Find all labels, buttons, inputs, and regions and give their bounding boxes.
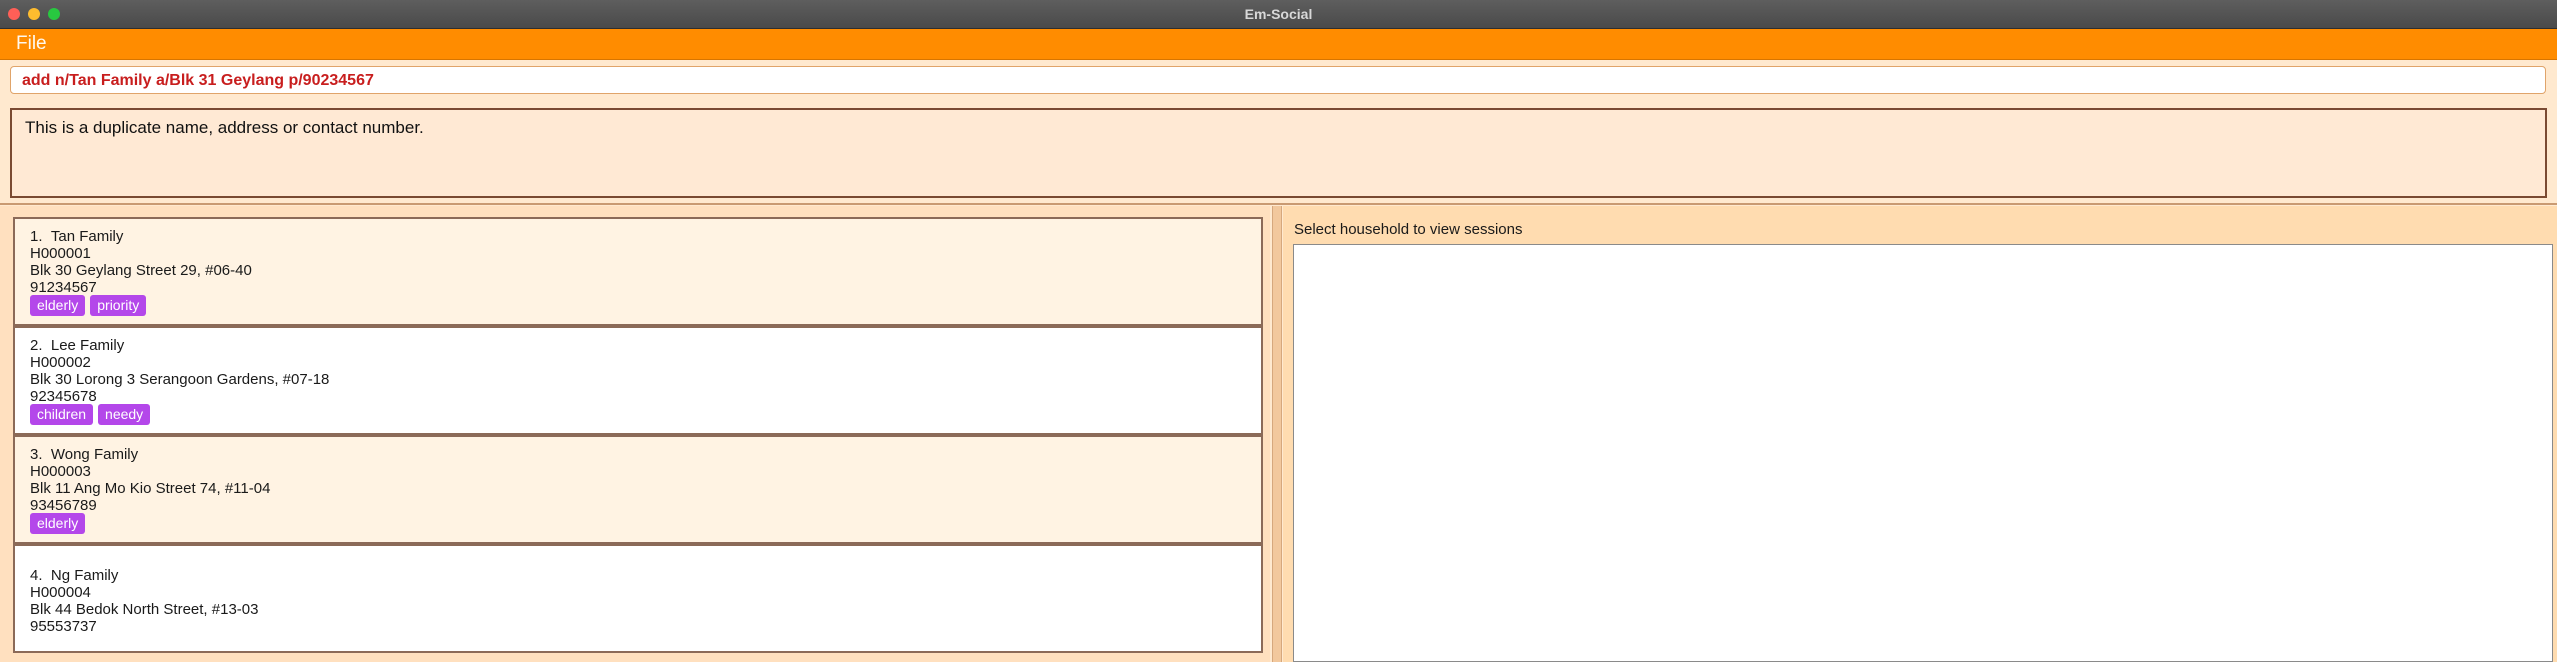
household-name: Lee Family (50, 337, 125, 354)
household-card[interactable]: 3. Wong Family H000003 Blk 11 Ang Mo Kio… (13, 435, 1263, 544)
household-index: 1. (30, 228, 43, 245)
section-separator (0, 203, 2557, 205)
household-phone: 95553737 (30, 618, 97, 635)
household-index: 2. (30, 337, 43, 354)
household-phone: 91234567 (30, 279, 97, 296)
household-tags: children needy (30, 404, 151, 425)
household-id: H000003 (30, 463, 91, 480)
session-panel-label: Select household to view sessions (1294, 221, 1523, 238)
household-list-panel[interactable]: 1. Tan Family H000001 Blk 30 Geylang Str… (0, 206, 1270, 662)
household-address: Blk 30 Lorong 3 Serangoon Gardens, #07-1… (30, 371, 330, 388)
household-title: 1. Tan Family (30, 228, 123, 245)
household-name: Tan Family (50, 228, 124, 245)
tag-badge: elderly (30, 513, 86, 534)
tag-badge: elderly (30, 295, 86, 316)
window-title-bar: Em-Social (0, 0, 2557, 29)
household-card[interactable]: 2. Lee Family H000002 Blk 30 Lorong 3 Se… (13, 326, 1263, 435)
household-address: Blk 44 Bedok North Street, #13-03 (30, 601, 259, 618)
household-id: H000001 (30, 245, 91, 262)
command-input-text: add n/Tan Family a/Blk 31 Geylang p/9023… (22, 72, 374, 89)
tag-badge: needy (98, 404, 151, 425)
result-message: This is a duplicate name, address or con… (25, 118, 424, 137)
household-tags: elderly (30, 513, 86, 534)
household-address: Blk 11 Ang Mo Kio Street 74, #11-04 (30, 480, 271, 497)
household-card[interactable]: 1. Tan Family H000001 Blk 30 Geylang Str… (13, 217, 1263, 326)
household-address: Blk 30 Geylang Street 29, #06-40 (30, 262, 252, 279)
tag-badge: children (30, 404, 94, 425)
household-index: 4. (30, 567, 43, 584)
household-title: 4. Ng Family (30, 567, 118, 584)
household-card[interactable]: 4. Ng Family H000004 Blk 44 Bedok North … (13, 544, 1263, 653)
session-list[interactable] (1293, 244, 2553, 662)
result-display: This is a duplicate name, address or con… (10, 108, 2547, 198)
household-name: Ng Family (50, 567, 119, 584)
household-id: H000002 (30, 354, 91, 371)
command-input[interactable]: add n/Tan Family a/Blk 31 Geylang p/9023… (10, 66, 2546, 94)
household-name: Wong Family (50, 446, 139, 463)
household-tags: elderly priority (30, 295, 147, 316)
menu-bar: File (0, 29, 2557, 60)
tag-badge: priority (90, 295, 147, 316)
session-panel: Select household to view sessions (1283, 206, 2557, 662)
household-title: 2. Lee Family (30, 337, 124, 354)
household-title: 3. Wong Family (30, 446, 138, 463)
menu-file[interactable]: File (16, 33, 47, 55)
split-pane-divider[interactable] (1272, 206, 1282, 662)
household-phone: 92345678 (30, 388, 97, 405)
household-phone: 93456789 (30, 497, 97, 514)
window-title: Em-Social (1244, 6, 1313, 22)
household-id: H000004 (30, 584, 91, 601)
household-index: 3. (30, 446, 43, 463)
